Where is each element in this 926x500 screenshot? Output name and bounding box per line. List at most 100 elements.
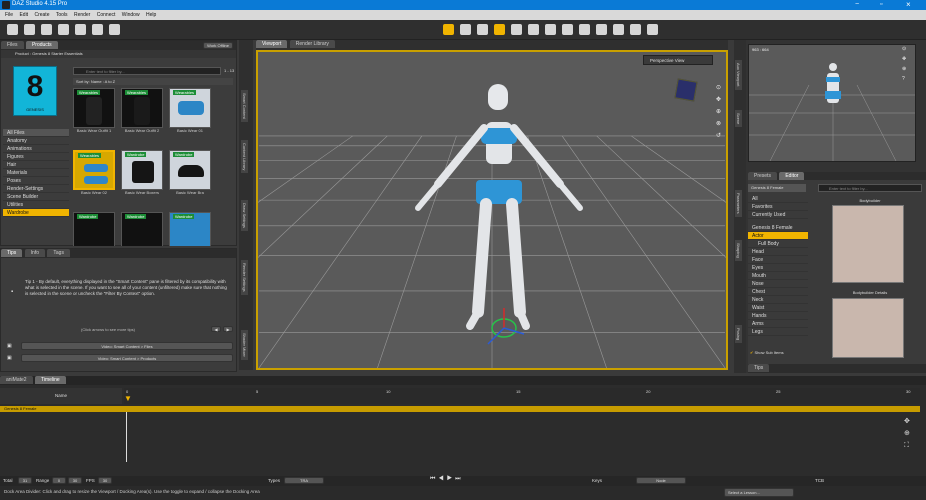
tab-scene[interactable]: Scene: [735, 110, 742, 128]
view-cube[interactable]: [674, 78, 698, 102]
tab-smart-content[interactable]: Smart Content: [241, 90, 248, 122]
figure-head[interactable]: [488, 84, 508, 110]
category-item[interactable]: Figures: [3, 153, 69, 161]
aux-viewport[interactable]: 963 : 664: [748, 44, 916, 162]
product-card[interactable]: Wearables Basic Wear 01: [169, 88, 211, 136]
tree-node[interactable]: Face: [748, 256, 808, 264]
pointer-icon[interactable]: [477, 24, 488, 35]
joint-editor-icon[interactable]: [562, 24, 573, 35]
types-select[interactable]: TRA: [284, 477, 324, 484]
tab-timeline[interactable]: Timeline: [34, 376, 66, 384]
tab-animate2[interactable]: aniMate2: [0, 376, 33, 384]
video-products-button[interactable]: Video: Smart Content > Products: [21, 354, 233, 362]
show-sub-items-checkbox[interactable]: ✔ Show Sub Items: [750, 350, 784, 355]
camera-icon[interactable]: [647, 24, 658, 35]
minimize-icon[interactable]: −: [855, 1, 859, 8]
aux-rotate-icon[interactable]: ⊙: [902, 44, 912, 54]
tab-tags[interactable]: Tags: [47, 249, 70, 257]
tab-parameters[interactable]: Parameters: [735, 190, 742, 217]
tab-tips-right[interactable]: Tips: [748, 364, 770, 372]
tree-node[interactable]: Hands: [748, 312, 808, 320]
keys-select[interactable]: Node: [636, 477, 686, 484]
menu-edit[interactable]: Edit: [19, 10, 28, 20]
tab-info[interactable]: Info: [24, 249, 45, 257]
render-icon[interactable]: [630, 24, 641, 35]
video-files-button[interactable]: Video: Smart Content > Files: [21, 342, 233, 350]
category-item[interactable]: Scene Builder: [3, 193, 69, 201]
playback-controls[interactable]: ⏮◀▶⏭: [430, 476, 464, 483]
viewport[interactable]: Perspective View ⊙ ✥ ⊕ ⊗ ↺: [256, 50, 728, 370]
category-item[interactable]: Utilities: [3, 201, 69, 209]
category-item[interactable]: Anatomy: [3, 137, 69, 145]
reset-icon[interactable]: ↺: [716, 130, 726, 142]
category-item[interactable]: Poses: [3, 177, 69, 185]
category-item[interactable]: Animations: [3, 145, 69, 153]
tab-editor[interactable]: Editor: [779, 172, 805, 180]
tab-render-library[interactable]: Render Library: [289, 40, 335, 48]
tree-node[interactable]: Legs: [748, 328, 808, 336]
params-search-input[interactable]: Enter text to filter by...: [818, 184, 922, 192]
active-pose-icon[interactable]: [494, 24, 505, 35]
geometry-editor-icon[interactable]: [579, 24, 590, 35]
tab-shader-mixer[interactable]: Shader Mixer: [241, 330, 248, 360]
tab-tips[interactable]: Tips: [1, 249, 23, 257]
tab-aux-viewport[interactable]: Aux Viewport: [735, 60, 742, 90]
maximize-icon[interactable]: ▫: [880, 1, 882, 8]
menu-connect[interactable]: Connect: [97, 10, 116, 20]
tree-node[interactable]: Full Body: [748, 240, 808, 248]
lesson-select[interactable]: Select a Lesson...: [724, 488, 794, 497]
product-card[interactable]: Wearables Basic Wear 02: [73, 150, 115, 198]
spot-render-icon[interactable]: [613, 24, 624, 35]
figure-select[interactable]: Genesis 8 Female: [748, 184, 806, 192]
node-weight-icon[interactable]: [460, 24, 471, 35]
menu-create[interactable]: Create: [34, 10, 49, 20]
tree-node[interactable]: Eyes: [748, 264, 808, 272]
aux-pan-icon[interactable]: ✥: [902, 54, 912, 64]
total-input[interactable]: 31: [18, 477, 32, 484]
close-icon[interactable]: ×: [906, 0, 911, 9]
universal-tool-icon[interactable]: [443, 24, 454, 35]
tab-draw-settings[interactable]: Draw Settings: [241, 200, 248, 231]
category-item[interactable]: Render-Settings: [3, 185, 69, 193]
tip-prev-button[interactable]: ◀: [211, 326, 221, 332]
product-card[interactable]: Wardrobe: [169, 212, 211, 246]
dolly-icon[interactable]: ⊗: [716, 118, 726, 130]
product-card[interactable]: Wardrobe Basic Wear Boxers: [121, 150, 163, 198]
menu-window[interactable]: Window: [122, 10, 140, 20]
tree-node[interactable]: Chest: [748, 288, 808, 296]
rotate-icon[interactable]: [511, 24, 522, 35]
range-end-input[interactable]: 30: [68, 477, 82, 484]
tab-shaping[interactable]: Shaping: [735, 240, 742, 261]
category-item[interactable]: Materials: [3, 169, 69, 177]
save-as-icon[interactable]: [75, 24, 86, 35]
tip-next-button[interactable]: ▶: [223, 326, 233, 332]
tab-files[interactable]: Files: [1, 41, 24, 49]
product-card[interactable]: Wardrobe: [73, 212, 115, 246]
tab-presets[interactable]: Presets: [748, 172, 777, 180]
tab-posing[interactable]: Posing: [735, 325, 742, 344]
tree-node[interactable]: Genesis 8 Female: [748, 224, 808, 232]
tab-render-settings[interactable]: Render Settings: [241, 260, 248, 295]
aux-zoom-icon[interactable]: ⊕: [902, 64, 912, 74]
menu-tools[interactable]: Tools: [56, 10, 68, 20]
timeline-pan-icon[interactable]: ✥: [904, 416, 910, 428]
undo-icon[interactable]: [92, 24, 103, 35]
tree-node-actor[interactable]: Actor: [748, 232, 808, 240]
category-item[interactable]: All Files: [3, 129, 69, 137]
filter-all[interactable]: All: [748, 195, 808, 203]
filter-currently-used[interactable]: Currently Used: [748, 211, 808, 219]
open-file-icon[interactable]: [24, 24, 35, 35]
tree-node[interactable]: Arms: [748, 320, 808, 328]
timeline-fit-icon[interactable]: ⛶: [904, 440, 910, 452]
work-offline-button[interactable]: Work Offline: [203, 42, 233, 49]
range-start-input[interactable]: 0: [52, 477, 66, 484]
aux-help-icon[interactable]: ?: [902, 74, 912, 84]
tab-products[interactable]: Products: [25, 41, 58, 49]
sort-select[interactable]: Sort by: Name : A to Z: [73, 78, 233, 85]
timeline-ruler[interactable]: 0 5 10 15 20 25 30 ▼: [124, 388, 920, 404]
fps-input[interactable]: 30: [98, 477, 112, 484]
surface-selection-icon[interactable]: [596, 24, 607, 35]
redo-icon[interactable]: [109, 24, 120, 35]
category-item[interactable]: Hair: [3, 161, 69, 169]
timeline-zoom-icon[interactable]: ⊕: [904, 428, 910, 440]
